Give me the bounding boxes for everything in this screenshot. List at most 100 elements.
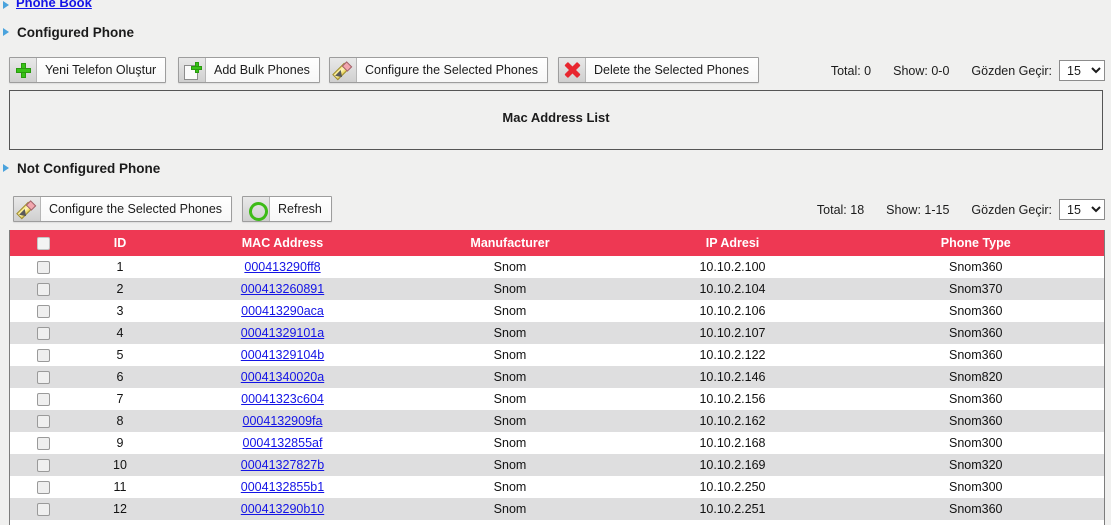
total-count-configured: Total: 0 [830,63,872,78]
cell-phone-type: Snom300 [847,476,1105,498]
mac-address-link[interactable]: 000413290b10 [241,502,324,516]
row-checkbox[interactable] [37,437,51,451]
table-row[interactable]: 4 00041329101a Snom 10.10.2.107 Snom360 [9,322,1105,344]
page-size-label-not-configured: Gözden Geçir: [971,202,1052,217]
row-select-cell [9,388,78,410]
table-row[interactable]: 6 00041340020a Snom 10.10.2.146 Snom820 [9,366,1105,388]
select-all-checkbox[interactable] [37,237,51,251]
column-header-id[interactable]: ID [77,230,163,256]
add-bulk-phones-button[interactable]: Add Bulk Phones [178,57,320,83]
cell-phone-type: Snom320 [847,454,1105,476]
cell-manufacturer: Snom [402,432,618,454]
table-row[interactable]: 11 0004132855b1 Snom 10.10.2.250 Snom300 [9,476,1105,498]
table-row[interactable]: 9 0004132855af Snom 10.10.2.168 Snom300 [9,432,1105,454]
row-checkbox[interactable] [37,283,51,297]
cell-manufacturer: Snom [402,256,618,278]
column-header-manufacturer[interactable]: Manufacturer [402,230,618,256]
cell-ip-address: 10.10.2.106 [617,300,848,322]
paging-not-configured: Total: 18 Show: 1-15 Gözden Geçir: 15 [817,199,1105,220]
cell-id: 6 [77,366,163,388]
configure-selected-phones-button-configured[interactable]: Configure the Selected Phones [329,57,549,83]
row-checkbox[interactable] [37,371,51,385]
cell-id: 7 [77,388,163,410]
mac-address-list-title: Mac Address List [502,110,610,125]
table-row[interactable]: 7 00041323c604 Snom 10.10.2.156 Snom360 [9,388,1105,410]
row-select-cell [9,432,78,454]
row-checkbox[interactable] [37,503,51,517]
mac-address-link[interactable]: 000413260891 [241,282,324,296]
row-select-cell [9,322,78,344]
row-select-cell [9,410,78,432]
cell-id: 2 [77,278,163,300]
cell-mac-address: 00041329101a [162,322,403,344]
section-label-configured-phone: Configured Phone [17,24,134,40]
table-row[interactable]: 10 00041327827b Snom 10.10.2.169 Snom320 [9,454,1105,476]
row-checkbox[interactable] [37,305,51,319]
row-select-cell [9,300,78,322]
pencil-icon [14,197,41,221]
toolbar-configured-phone: Yeni Telefon Oluştur Add Bulk Phones Con… [0,57,1111,85]
mac-address-link[interactable]: 00041329104b [241,348,324,362]
mac-address-link[interactable]: 0004132855af [243,436,323,450]
new-phone-button[interactable]: Yeni Telefon Oluştur [9,57,167,83]
table-row[interactable]: 1 000413290ff8 Snom 10.10.2.100 Snom360 [9,256,1105,278]
cell-mac-address: 000413290ff8 [162,256,403,278]
cell-id: 8 [77,410,163,432]
table-row[interactable]: 8 0004132909fa Snom 10.10.2.162 Snom360 [9,410,1105,432]
pencil-icon [330,58,357,82]
mac-address-link[interactable]: 00041329101a [241,326,324,340]
page-size-select-configured[interactable]: 15 [1059,60,1105,81]
cell-ip-address: 10.10.2.251 [617,498,848,520]
mac-address-link[interactable]: 00041323c604 [241,392,324,406]
cell-mac-address: 0004132855af [162,432,403,454]
cell-manufacturer: Snom [402,476,618,498]
row-checkbox[interactable] [37,459,51,473]
red-x-icon [559,58,586,82]
refresh-button-label: Refresh [270,197,331,221]
cell-ip-address: 10.10.2.250 [617,476,848,498]
mac-address-link[interactable]: 00041340020a [241,370,324,384]
column-header-ip-adresi[interactable]: IP Adresi [617,230,848,256]
mac-address-link[interactable]: 0004132855b1 [241,480,324,494]
configure-selected-phones-button-not-configured[interactable]: Configure the Selected Phones [13,196,233,222]
mac-address-link[interactable]: 000413290aca [241,304,324,318]
section-header-not-configured-phone[interactable]: Not Configured Phone [3,160,160,176]
delete-selected-phones-button[interactable]: Delete the Selected Phones [558,57,759,83]
table-row[interactable]: 5 00041329104b Snom 10.10.2.122 Snom360 [9,344,1105,366]
row-checkbox[interactable] [37,261,51,275]
row-checkbox[interactable] [37,349,51,363]
cell-ip-address: 10.10.2.168 [617,432,848,454]
refresh-button[interactable]: Refresh [242,196,332,225]
row-checkbox[interactable] [37,415,51,429]
table-row[interactable]: 12 000413290b10 Snom 10.10.2.251 Snom360 [9,498,1105,520]
cell-ip-address: 10.10.2.162 [617,410,848,432]
table-row[interactable]: 3 000413290aca Snom 10.10.2.106 Snom360 [9,300,1105,322]
column-header-mac-address[interactable]: MAC Address [162,230,403,256]
mac-address-link[interactable]: 000413290ff8 [244,260,320,274]
cell-manufacturer: Snom [402,410,618,432]
row-checkbox[interactable] [37,327,51,341]
table-row[interactable]: 2 000413260891 Snom 10.10.2.104 Snom370 [9,278,1105,300]
table-row[interactable] [9,520,1105,525]
column-header-phone-type[interactable]: Phone Type [847,230,1105,256]
cell-id: 5 [77,344,163,366]
page-size-select-not-configured[interactable]: 15 [1059,199,1105,220]
breadcrumb-phone-book-link[interactable]: Phone Book [16,0,92,10]
refresh-icon [243,197,272,225]
row-select-cell [9,476,78,498]
cell-phone-type: Snom360 [847,498,1105,520]
cell-manufacturer [402,520,618,525]
cell-manufacturer: Snom [402,388,618,410]
row-checkbox[interactable] [37,393,51,407]
mac-address-link[interactable]: 0004132909fa [243,414,323,428]
cell-phone-type: Snom360 [847,322,1105,344]
cell-phone-type [847,520,1105,525]
new-phone-button-label: Yeni Telefon Oluştur [37,58,166,82]
cell-id: 3 [77,300,163,322]
cell-ip-address [617,520,848,525]
mac-address-link[interactable]: 00041327827b [241,458,324,472]
cell-mac-address: 00041323c604 [162,388,403,410]
row-checkbox[interactable] [37,481,51,495]
cell-phone-type: Snom360 [847,388,1105,410]
section-header-configured-phone[interactable]: Configured Phone [3,24,134,40]
